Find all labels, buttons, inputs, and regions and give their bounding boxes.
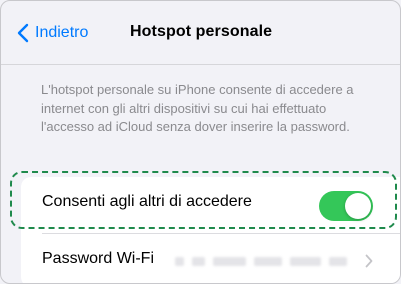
hotspot-description: L'hotspot personale su iPhone consente d…: [41, 82, 354, 134]
wifi-password-row[interactable]: Password Wi-Fi: [21, 234, 400, 283]
toggle-knob: [345, 193, 371, 219]
settings-screen: Indietro Hotspot personale L'hotspot per…: [0, 0, 401, 284]
wifi-password-value-blurred: [175, 256, 355, 266]
back-button[interactable]: Indietro: [17, 21, 88, 45]
allow-others-row: Consenti agli altri di accedere: [21, 177, 400, 227]
navigation-bar: Indietro Hotspot personale: [1, 1, 400, 65]
chevron-right-icon: [365, 254, 373, 268]
settings-group: Consenti agli altri di accedere Password…: [21, 177, 400, 283]
allow-others-toggle[interactable]: [319, 191, 373, 221]
page-title: Hotspot personale: [130, 23, 273, 40]
wifi-password-label: Password Wi-Fi: [42, 250, 155, 267]
allow-others-label: Consenti agli altri di accedere: [42, 193, 252, 210]
chevron-left-icon: [17, 23, 29, 43]
back-label: Indietro: [35, 24, 89, 41]
